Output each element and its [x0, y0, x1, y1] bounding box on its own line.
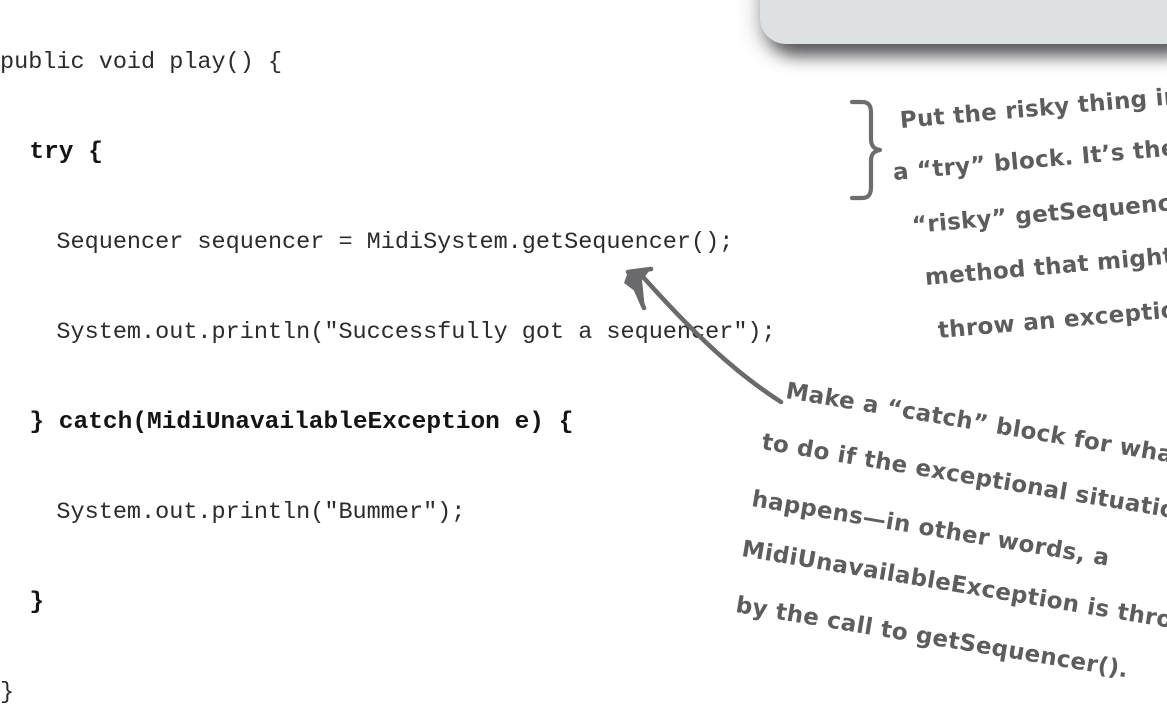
code-line: } [0, 679, 15, 706]
figure-page: public void play() { try { Sequencer seq… [0, 0, 1167, 727]
code-line: Sequencer sequencer = MidiSystem.getSequ… [0, 229, 734, 256]
code-line: System.out.println("Successfully got a s… [0, 319, 776, 346]
grouping-brace-icon [848, 98, 884, 201]
code-line: public void play() { [0, 49, 283, 76]
note-line: “risky” getSequencer [910, 187, 1167, 239]
code-line: } catch(MidiUnavailableException e) { [0, 409, 574, 436]
note-line: Put the risky thing in [898, 83, 1167, 134]
note-line: throw an exception. [936, 294, 1167, 344]
code-line: try { [0, 139, 103, 166]
note-line: a “try” block. It’s the [891, 135, 1167, 186]
note-line: method that might [923, 243, 1167, 291]
code-line: System.out.println("Bummer"); [0, 499, 466, 526]
